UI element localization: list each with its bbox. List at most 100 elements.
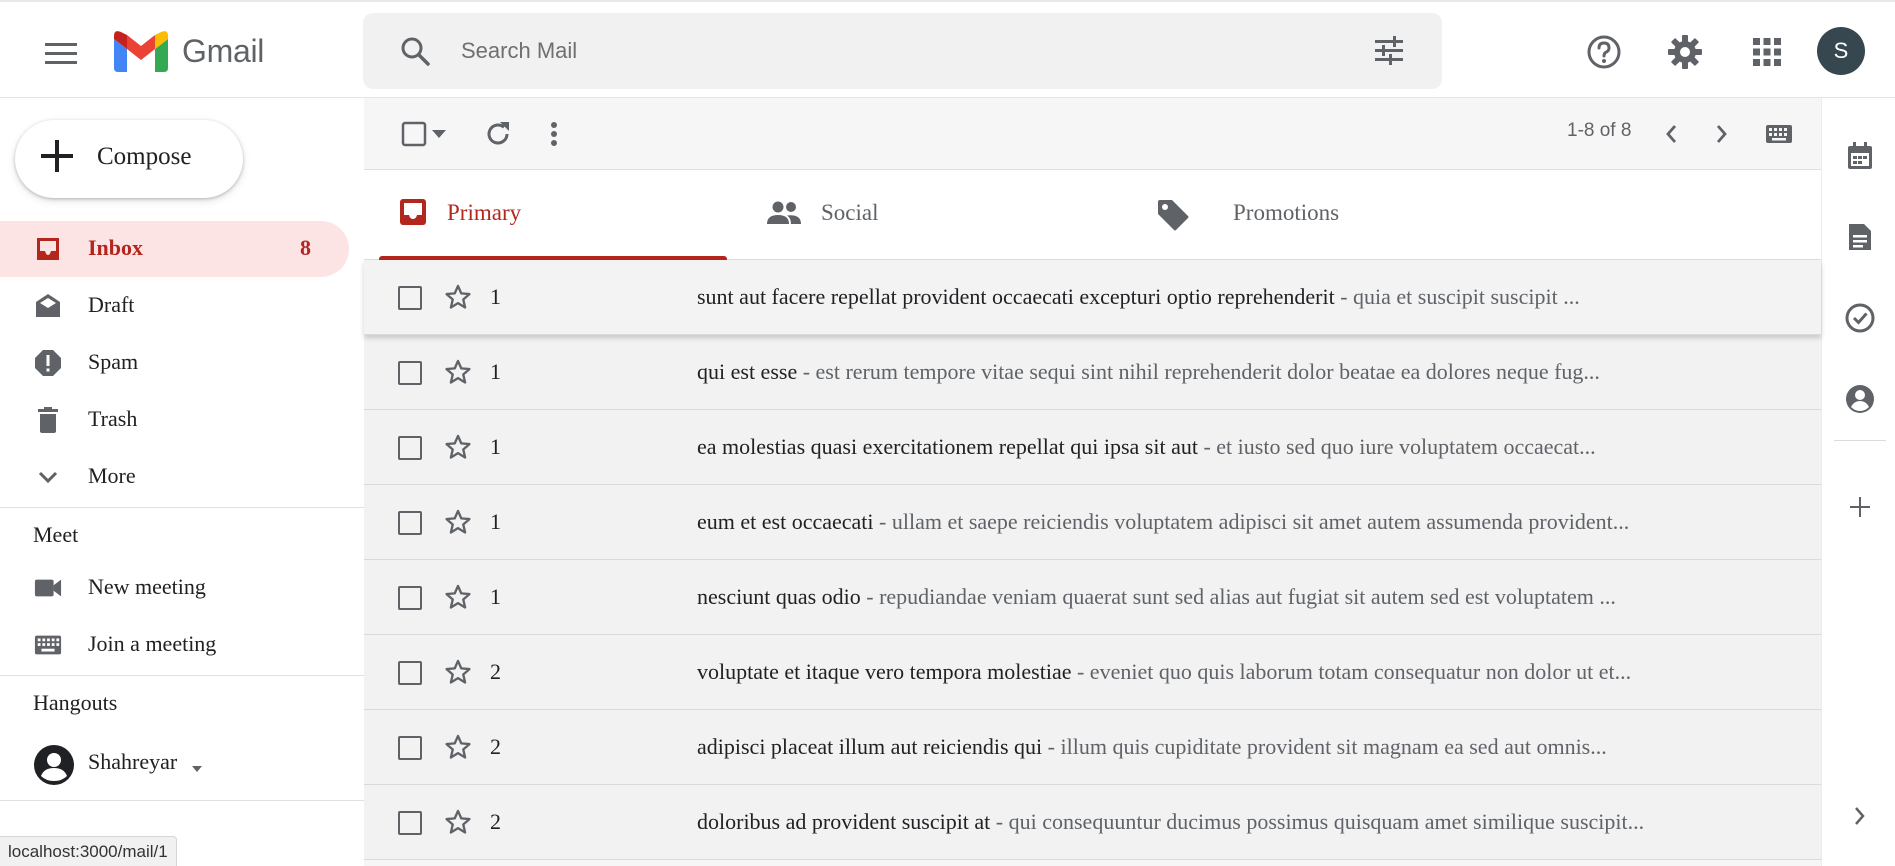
row-checkbox[interactable]: [398, 811, 422, 835]
tasks-check-icon[interactable]: [1844, 302, 1876, 334]
chevron-left-icon[interactable]: [1651, 114, 1691, 154]
email-subject: eum et est occaecati: [697, 509, 874, 534]
keep-notes-icon[interactable]: [1844, 221, 1876, 253]
main-menu-button[interactable]: [38, 30, 84, 76]
meet-item-label: Join a meeting: [88, 631, 217, 656]
add-addon-icon[interactable]: [1844, 491, 1876, 523]
email-subject: sunt aut facere repellat provident occae…: [697, 284, 1335, 309]
email-subject: voluptate et itaque vero tempora molesti…: [697, 659, 1072, 684]
email-sender: 1: [490, 359, 501, 384]
star-icon[interactable]: [444, 508, 472, 541]
select-dropdown-icon[interactable]: [424, 114, 454, 154]
account-avatar[interactable]: S: [1817, 27, 1865, 75]
row-checkbox[interactable]: [398, 361, 422, 385]
settings-gear-icon[interactable]: [1663, 30, 1707, 74]
search-input[interactable]: [461, 29, 1311, 73]
sidebar-item-spam[interactable]: Spam: [0, 335, 349, 391]
email-subject: nesciunt quas odio: [697, 584, 861, 609]
plus-icon: [41, 140, 73, 172]
help-icon[interactable]: [1582, 30, 1626, 74]
sidebar-item-label: Inbox: [88, 235, 144, 260]
sidebar-item-more[interactable]: More: [0, 449, 349, 505]
left-sidebar: Compose Inbox 8 Draft Spam Trash More Me…: [0, 98, 364, 866]
hangouts-user[interactable]: Shahreyar: [0, 735, 349, 791]
trash-icon: [34, 406, 62, 434]
row-checkbox[interactable]: [398, 661, 422, 685]
email-sender: 1: [490, 434, 501, 459]
tab-promotions[interactable]: Promotions: [1139, 170, 1559, 260]
tab-primary[interactable]: Primary: [364, 170, 744, 260]
row-checkbox[interactable]: [398, 286, 422, 310]
email-subject: ea molestias quasi exercitationem repell…: [697, 434, 1198, 459]
star-icon[interactable]: [444, 733, 472, 766]
chevron-right-icon[interactable]: [1702, 114, 1742, 154]
gmail-logo[interactable]: Gmail: [114, 30, 264, 72]
list-toolbar: 1-8 of 8: [364, 98, 1821, 170]
keyboard-icon: [34, 631, 62, 659]
compose-label: Compose: [97, 143, 192, 170]
row-checkbox[interactable]: [398, 586, 422, 610]
email-content: sunt aut facere repellat provident occae…: [697, 284, 1580, 310]
chevron-down-icon: [34, 463, 62, 491]
star-icon[interactable]: [444, 658, 472, 691]
email-sender: 1: [490, 584, 501, 609]
email-sender: 2: [490, 809, 501, 834]
category-tabs: Primary Social Promotions: [364, 170, 1821, 260]
side-panel-divider: [1834, 440, 1886, 441]
inbox-count-badge: 8: [300, 235, 311, 260]
email-row[interactable]: 2 adipisci placeat illum aut reiciendis q…: [364, 710, 1821, 785]
inbox-icon: [34, 235, 62, 263]
row-checkbox[interactable]: [398, 436, 422, 460]
keyboard-icon[interactable]: [1754, 114, 1804, 154]
row-checkbox[interactable]: [398, 511, 422, 535]
email-row[interactable]: 1 nesciunt quas odio - repudiandae veniam…: [364, 560, 1821, 635]
sidebar-divider: [0, 507, 364, 508]
row-checkbox[interactable]: [398, 736, 422, 760]
email-row[interactable]: 2 doloribus ad provident suscipit at - qu…: [364, 785, 1821, 860]
search-icon[interactable]: [399, 35, 431, 72]
more-vert-icon[interactable]: [534, 114, 574, 154]
email-snippet: - ullam et saepe reiciendis voluptatem a…: [873, 509, 1630, 534]
email-row[interactable]: 1 sunt aut facere repellat provident occa…: [364, 260, 1821, 335]
people-icon: [766, 200, 802, 231]
email-content: voluptate et itaque vero tempora molesti…: [697, 659, 1631, 685]
email-row[interactable]: 2 voluptate et itaque vero tempora molest…: [364, 635, 1821, 710]
video-icon: [34, 574, 62, 602]
calendar-icon[interactable]: [1844, 140, 1876, 172]
top-header: Gmail Search Mail S: [0, 0, 1895, 98]
email-subject: doloribus ad provident suscipit at: [697, 809, 991, 834]
chevron-right-icon[interactable]: [1844, 800, 1876, 832]
tab-social[interactable]: Social: [744, 170, 1139, 260]
app-name: Gmail: [182, 32, 265, 69]
star-icon[interactable]: [444, 283, 472, 316]
account-circle-icon: [34, 745, 74, 785]
search-options-icon[interactable]: [1373, 35, 1405, 72]
sidebar-item-label: Trash: [88, 406, 138, 431]
gmail-m-icon: [114, 31, 168, 72]
meet-new-meeting[interactable]: New meeting: [0, 560, 349, 616]
email-row[interactable]: 1 eum et est occaecati - ullam et saepe r…: [364, 485, 1821, 560]
contacts-icon[interactable]: [1844, 383, 1876, 415]
star-icon[interactable]: [444, 808, 472, 841]
inbox-icon: [398, 197, 428, 232]
apps-grid-icon[interactable]: [1745, 30, 1789, 74]
email-snippet: - est rerum tempore vitae sequi sint nih…: [797, 359, 1600, 384]
sidebar-item-trash[interactable]: Trash: [0, 392, 349, 448]
star-icon[interactable]: [444, 358, 472, 391]
email-snippet: - et iusto sed quo iure voluptatem occae…: [1197, 434, 1596, 459]
sidebar-item-label: Draft: [88, 292, 135, 317]
hangouts-section-title: Hangouts: [33, 690, 118, 715]
compose-button[interactable]: Compose: [15, 120, 243, 198]
email-row[interactable]: 1 qui est esse - est rerum tempore vitae …: [364, 335, 1821, 410]
refresh-icon[interactable]: [478, 114, 518, 154]
star-icon[interactable]: [444, 433, 472, 466]
mail-list-panel: 1-8 of 8 Primary Social Promotions 1 sun…: [364, 98, 1821, 866]
caret-down-icon: [192, 759, 202, 777]
email-row[interactable]: 1 ea molestias quasi exercitationem repel…: [364, 410, 1821, 485]
email-content: eum et est occaecati - ullam et saepe re…: [697, 509, 1629, 535]
email-sender: 2: [490, 659, 501, 684]
star-icon[interactable]: [444, 583, 472, 616]
meet-join-meeting[interactable]: Join a meeting: [0, 617, 349, 673]
sidebar-item-draft[interactable]: Draft: [0, 278, 349, 334]
sidebar-item-inbox[interactable]: Inbox 8: [0, 221, 349, 277]
